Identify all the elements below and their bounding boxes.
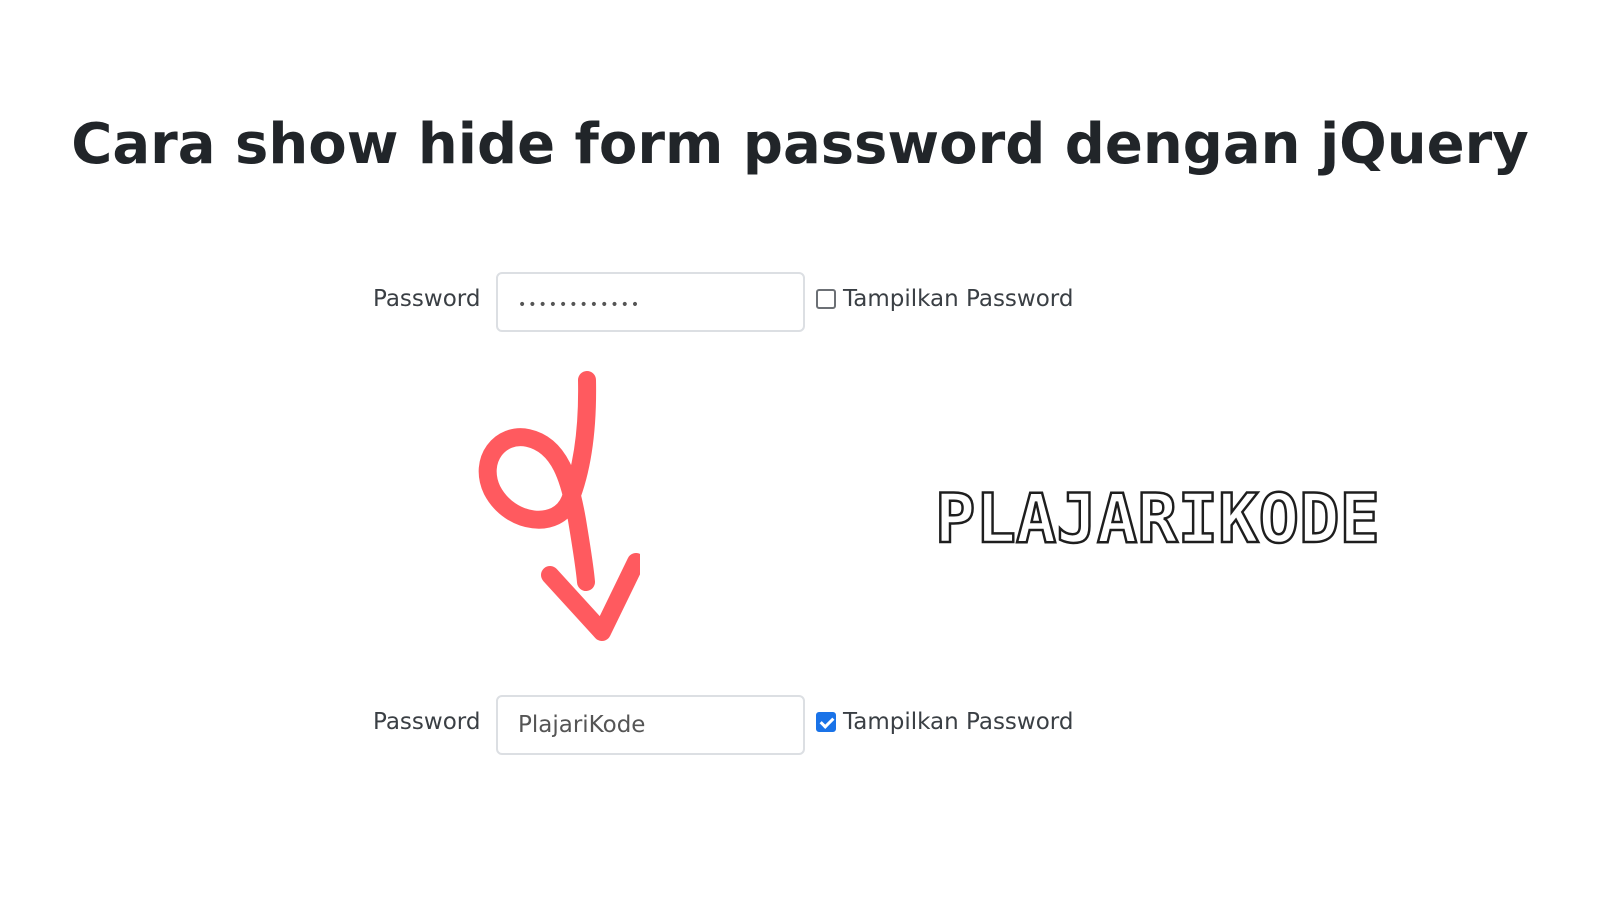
show-password-label[interactable]: Tampilkan Password (843, 709, 1073, 735)
show-password-toggle[interactable]: Tampilkan Password (816, 286, 1073, 312)
password-label: Password (373, 709, 481, 735)
show-password-toggle[interactable]: Tampilkan Password (816, 709, 1073, 735)
password-plain-value: PlajariKode (518, 712, 646, 738)
password-label: Password (373, 286, 481, 312)
svg-text:PLAJARIKODE: PLAJARIKODE (935, 482, 1380, 552)
plajarikode-logo: PLAJARIKODE (935, 482, 1381, 552)
page-title: Cara show hide form password dengan jQue… (71, 112, 1529, 177)
page: Cara show hide form password dengan jQue… (0, 0, 1600, 900)
show-password-label[interactable]: Tampilkan Password (843, 286, 1073, 312)
password-masked-value: •••••••••••• (518, 297, 642, 313)
curly-arrow-down-icon (478, 371, 640, 641)
password-row-hidden: Password •••••••••••• Tampilkan Password (0, 272, 1600, 334)
show-password-checkbox[interactable] (816, 712, 836, 732)
password-input-shown[interactable]: PlajariKode (496, 695, 805, 755)
show-password-checkbox[interactable] (816, 289, 836, 309)
password-input-hidden[interactable]: •••••••••••• (496, 272, 805, 332)
password-row-shown: Password PlajariKode Tampilkan Password (0, 695, 1600, 757)
